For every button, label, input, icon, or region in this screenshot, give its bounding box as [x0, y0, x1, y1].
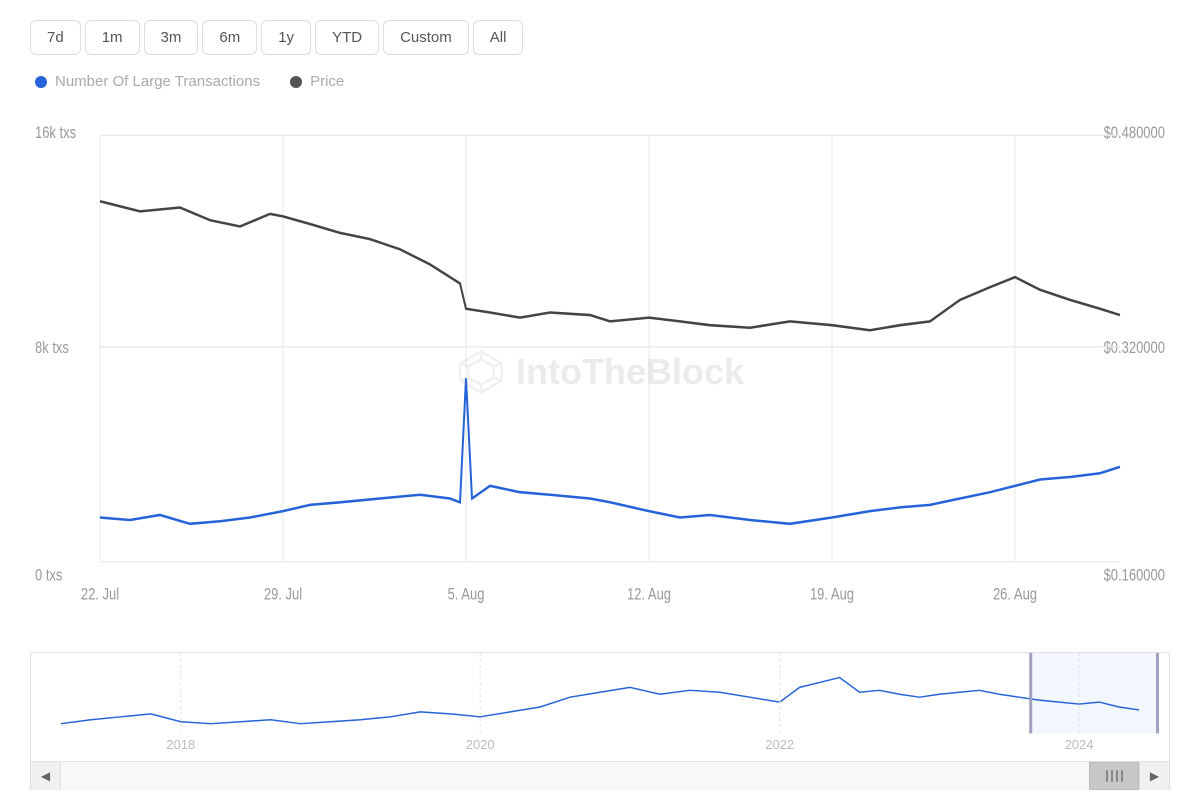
chart-area: IntoTheBlock 16k txs 8k txs 0 txs $0.480… [30, 100, 1170, 790]
legend-label-large-tx: Number Of Large Transactions [55, 73, 260, 90]
grip-line-4 [1121, 770, 1123, 782]
btn-ytd[interactable]: YTD [315, 20, 379, 55]
btn-1y[interactable]: 1y [261, 20, 311, 55]
legend-large-tx: Number Of Large Transactions [35, 73, 260, 90]
svg-text:2022: 2022 [765, 737, 794, 752]
svg-text:$0.320000: $0.320000 [1104, 340, 1165, 358]
svg-text:8k txs: 8k txs [35, 340, 69, 358]
btn-all[interactable]: All [473, 20, 524, 55]
main-chart-wrapper: IntoTheBlock 16k txs 8k txs 0 txs $0.480… [30, 100, 1170, 644]
legend-price: Price [290, 73, 344, 90]
main-container: 7d 1m 3m 6m 1y YTD Custom All Number Of … [0, 0, 1200, 800]
mini-chart-wrapper: 2018 2020 2022 2024 [30, 652, 1170, 762]
svg-text:0 txs: 0 txs [35, 567, 62, 585]
grip-line-2 [1111, 770, 1113, 782]
scroll-bar: ◀ ▶ [30, 762, 1170, 790]
btn-7d[interactable]: 7d [30, 20, 81, 55]
btn-1m[interactable]: 1m [85, 20, 140, 55]
chart-legend: Number Of Large Transactions Price [30, 73, 1170, 90]
grip-line-1 [1106, 770, 1108, 782]
scroll-left-button[interactable]: ◀ [31, 762, 61, 790]
legend-dot-dark [290, 76, 302, 88]
svg-text:2024: 2024 [1065, 737, 1094, 752]
svg-text:19. Aug: 19. Aug [810, 586, 854, 604]
grip-line-3 [1116, 770, 1118, 782]
svg-text:26. Aug: 26. Aug [993, 586, 1037, 604]
svg-text:$0.160000: $0.160000 [1104, 567, 1165, 585]
main-chart-svg: 16k txs 8k txs 0 txs $0.480000 $0.320000… [30, 100, 1170, 644]
svg-text:12. Aug: 12. Aug [627, 586, 671, 604]
scroll-thumb-grip [1106, 770, 1123, 782]
svg-text:2018: 2018 [166, 737, 195, 752]
legend-label-price: Price [310, 73, 344, 90]
btn-6m[interactable]: 6m [202, 20, 257, 55]
legend-dot-blue [35, 76, 47, 88]
mini-chart-svg: 2018 2020 2022 2024 [31, 653, 1169, 761]
time-range-buttons: 7d 1m 3m 6m 1y YTD Custom All [30, 20, 1170, 55]
scroll-thumb[interactable] [1089, 762, 1139, 790]
svg-text:16k txs: 16k txs [35, 125, 76, 143]
btn-3m[interactable]: 3m [144, 20, 199, 55]
svg-text:29. Jul: 29. Jul [264, 586, 302, 604]
scroll-track [61, 762, 1139, 790]
svg-text:5. Aug: 5. Aug [448, 586, 485, 604]
svg-text:2020: 2020 [466, 737, 495, 752]
btn-custom[interactable]: Custom [383, 20, 469, 55]
scroll-right-button[interactable]: ▶ [1139, 762, 1169, 790]
svg-text:22. Jul: 22. Jul [81, 586, 119, 604]
svg-text:$0.480000: $0.480000 [1104, 125, 1165, 143]
